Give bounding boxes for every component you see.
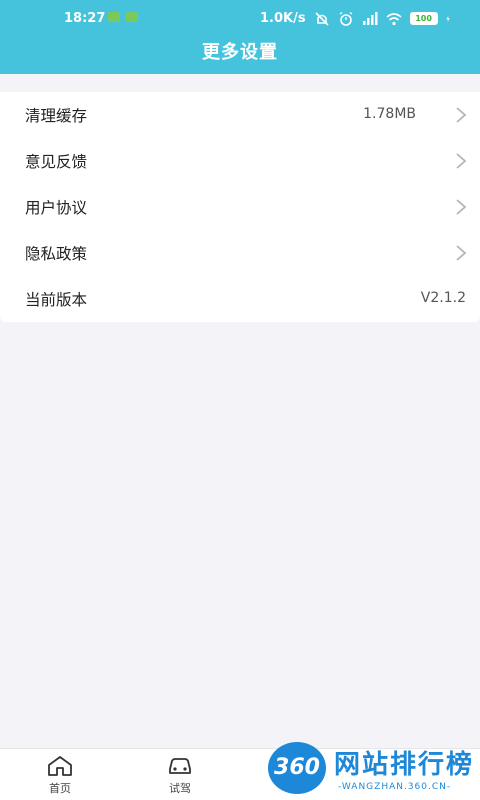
notification-icons (108, 12, 138, 22)
settings-list: 清理缓存 1.78MB 意见反馈 用户协议 隐私政策 当前版本 V2.1.2 (0, 92, 480, 322)
battery-icon: 100 (409, 12, 438, 25)
settings-item-label: 意见反馈 (25, 153, 88, 171)
app-header: 18:27 1.0K/s 100 更多设置 (0, 0, 480, 74)
watermark-subtext: -WANGZHAN.360.CN- (338, 782, 452, 792)
watermark-360-logo: 360 网站排行榜 -WANGZHAN.360.CN- (268, 740, 480, 800)
status-bar: 18:27 1.0K/s 100 (0, 0, 480, 36)
network-speed: 1.0K/s (260, 11, 306, 26)
home-icon (48, 756, 72, 776)
watermark-badge: 360 (268, 742, 326, 794)
mute-bell-icon (315, 11, 329, 26)
chevron-right-icon (456, 107, 467, 123)
settings-item-label: 清理缓存 (25, 107, 88, 125)
tab-label: 首页 (49, 782, 71, 795)
charging-icon (446, 15, 450, 22)
settings-item-privacy-policy[interactable]: 隐私政策 (0, 230, 480, 276)
settings-item-label: 当前版本 (25, 291, 88, 309)
settings-item-label: 隐私政策 (25, 245, 88, 263)
signal-hd-icon (362, 11, 378, 25)
tab-test-drive[interactable]: 试驾 (150, 755, 210, 796)
settings-item-label: 用户协议 (25, 199, 88, 217)
settings-item-feedback[interactable]: 意见反馈 (0, 138, 480, 184)
tab-label: 试驾 (169, 782, 191, 795)
settings-item-clear-cache[interactable]: 清理缓存 1.78MB (0, 92, 480, 138)
alarm-icon (339, 11, 353, 26)
chevron-right-icon (456, 199, 467, 215)
settings-item-user-agreement[interactable]: 用户协议 (0, 184, 480, 230)
wechat-notification-icon (108, 12, 120, 22)
status-right: 1.0K/s 100 (260, 11, 454, 26)
wifi-icon (386, 12, 402, 25)
cache-size-value: 1.78MB (363, 106, 416, 122)
tab-home[interactable]: 首页 (30, 755, 90, 796)
chevron-right-icon (456, 245, 467, 261)
status-time: 18:27 (64, 11, 106, 26)
wechat-notification-icon (126, 12, 138, 22)
version-value: V2.1.2 (420, 290, 466, 306)
watermark-text: 网站排行榜 (334, 750, 475, 780)
settings-item-version: 当前版本 V2.1.2 (0, 276, 480, 322)
car-icon (169, 758, 191, 774)
chevron-right-icon (456, 153, 467, 169)
page-title: 更多设置 (202, 42, 278, 63)
